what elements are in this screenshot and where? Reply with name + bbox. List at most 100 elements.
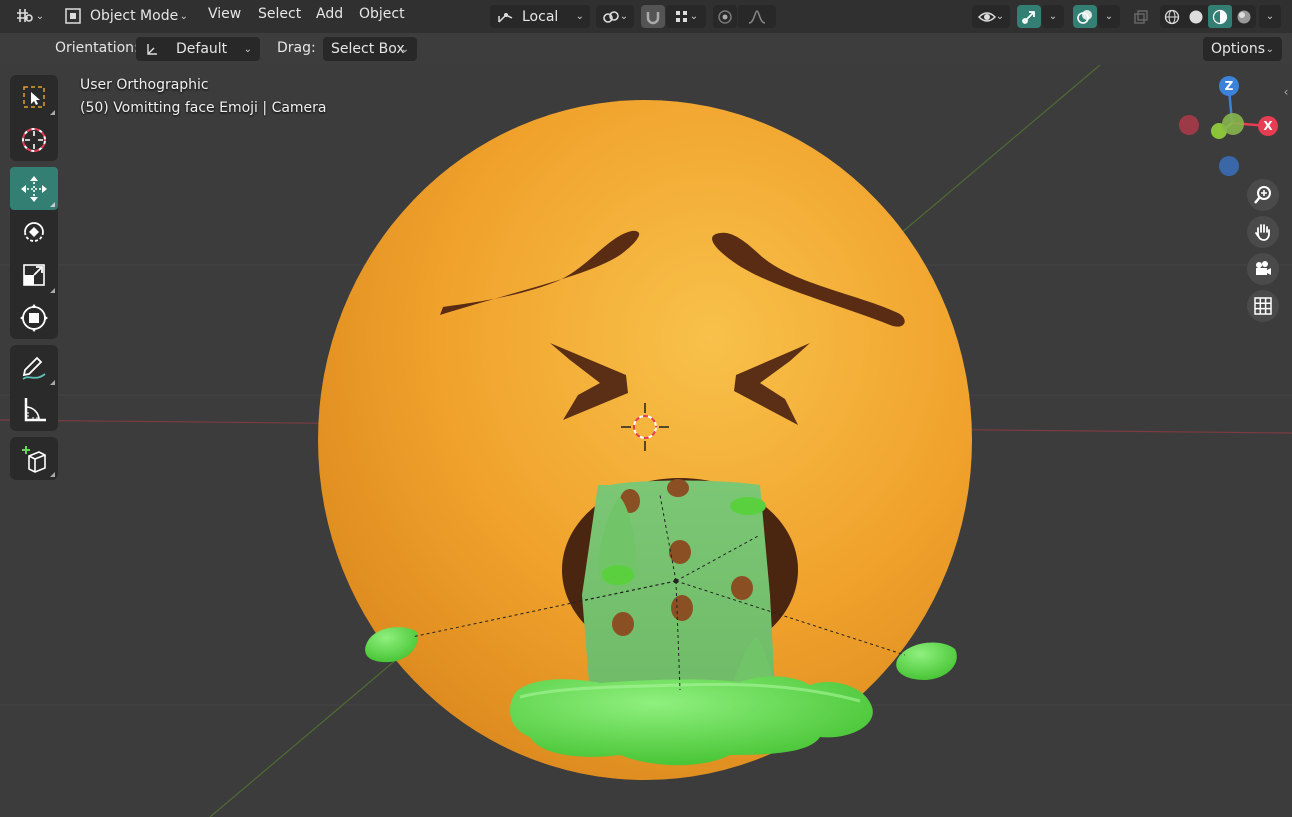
material-preview-shading-icon[interactable] <box>1208 5 1232 28</box>
eye-icon <box>977 11 996 22</box>
wireframe-shading-icon[interactable] <box>1160 9 1184 25</box>
falloff-curve-icon <box>748 9 766 24</box>
orientation-value: Default <box>176 41 228 57</box>
gizmo-toggle[interactable] <box>1017 5 1041 28</box>
mode-selector[interactable]: Object Mode ⌄ <box>58 4 194 28</box>
measure-tool[interactable] <box>10 388 58 431</box>
chevron-down-icon: ⌄ <box>1265 43 1274 55</box>
viewport-scene <box>0 65 1292 817</box>
toolbar-transform-group <box>10 167 58 339</box>
mode-label: Object Mode <box>90 8 179 24</box>
menu-add[interactable]: Add <box>316 6 343 22</box>
navigation-gizmo[interactable]: Z X <box>1170 70 1290 190</box>
move-tool[interactable] <box>10 167 58 210</box>
menu-select[interactable]: Select <box>258 6 301 22</box>
sidebar-toggle[interactable]: ‹ <box>1280 82 1292 102</box>
overlays-toggle[interactable] <box>1073 5 1097 28</box>
chevron-down-icon: ⌄ <box>35 10 45 22</box>
measure-icon <box>24 397 46 421</box>
overlays-icon <box>1077 9 1092 24</box>
chevron-down-icon: ⌄ <box>995 11 1005 22</box>
drag-label: Drag: <box>277 40 316 56</box>
drag-value: Select Box <box>331 41 405 57</box>
3d-viewport[interactable]: User Orthographic (50) Vomitting face Em… <box>0 65 1292 817</box>
xray-toggle[interactable] <box>1129 5 1153 28</box>
move-icon <box>21 175 47 202</box>
add-cube-tool[interactable] <box>10 437 58 480</box>
add-cube-icon <box>22 445 46 473</box>
pivot-point-dropdown[interactable]: ⌄ <box>596 5 634 28</box>
object-visibility-dropdown[interactable]: ⌄ <box>972 5 1010 28</box>
transform-orientation-label: Local <box>522 8 559 25</box>
rotate-icon <box>24 221 44 242</box>
falloff-dropdown[interactable] <box>738 5 776 28</box>
editor-type-button[interactable]: ⌄ <box>8 4 50 28</box>
chevron-down-icon: ⌄ <box>619 11 629 22</box>
annotate-icon <box>22 356 46 380</box>
proportional-editing-icon <box>718 9 732 24</box>
toolbar-select-group <box>10 75 58 161</box>
gizmo-dropdown[interactable]: ⌄ <box>1042 5 1064 28</box>
chevron-down-icon: ⌄ <box>1104 11 1114 22</box>
scale-icon <box>23 263 45 286</box>
gizmo-neg-x-ball[interactable] <box>1179 115 1199 135</box>
gizmo-icon <box>1022 10 1035 24</box>
chevron-down-icon: ⌄ <box>689 11 699 22</box>
shading-dropdown[interactable]: ⌄ <box>1259 5 1281 28</box>
tool-settings-bar: Orientation: Default ⌄ Drag: Select Box … <box>0 33 1292 65</box>
chevron-down-icon: ⌄ <box>179 10 188 22</box>
local-orientation-icon <box>498 12 513 23</box>
cursor-icon <box>22 127 46 152</box>
snap-toggle[interactable] <box>641 5 665 28</box>
perspective-toggle-button[interactable] <box>1247 290 1279 322</box>
camera-icon <box>1256 261 1271 275</box>
object-info: (50) Vomitting face Emoji | Camera <box>80 100 327 116</box>
orientation-label: Orientation: <box>55 40 139 56</box>
view-name: User Orthographic <box>80 77 209 93</box>
hand-icon <box>1255 224 1270 241</box>
grid-icon <box>1254 297 1272 315</box>
select-box-tool[interactable] <box>10 75 58 118</box>
transform-tool[interactable] <box>10 296 58 339</box>
orientation-dropdown[interactable]: Default ⌄ <box>136 37 260 61</box>
rendered-shading-icon[interactable] <box>1232 9 1256 25</box>
options-label: Options <box>1211 41 1266 57</box>
snap-target-dropdown[interactable]: ⌄ <box>666 5 706 28</box>
zoom-icon <box>1254 186 1271 204</box>
select-box-icon <box>23 85 45 108</box>
toolbar-add-group <box>10 437 58 480</box>
chevron-down-icon: ⌄ <box>243 43 252 55</box>
xray-icon <box>1134 9 1148 24</box>
overlays-dropdown[interactable]: ⌄ <box>1098 5 1120 28</box>
rotate-tool[interactable] <box>10 210 58 253</box>
chevron-down-icon: ⌄ <box>1048 11 1058 22</box>
zoom-button[interactable] <box>1247 179 1279 211</box>
chevron-down-icon: ⌄ <box>400 43 409 55</box>
editor-type-icon <box>16 9 33 22</box>
proportional-editing-toggle[interactable] <box>713 5 737 28</box>
gizmo-center-ball[interactable] <box>1222 113 1244 135</box>
chevron-down-icon: ⌄ <box>575 11 584 22</box>
annotate-tool[interactable] <box>10 345 58 388</box>
pan-button[interactable] <box>1247 216 1279 248</box>
drag-dropdown[interactable]: Select Box ⌄ <box>323 37 417 61</box>
snap-grid-icon <box>675 10 687 22</box>
solid-shading-icon[interactable] <box>1184 9 1208 25</box>
options-dropdown[interactable]: Options ⌄ <box>1203 37 1282 61</box>
gizmo-x-ball[interactable]: X <box>1258 116 1278 136</box>
camera-view-button[interactable] <box>1247 253 1279 285</box>
magnet-icon <box>646 11 660 24</box>
cursor-tool[interactable] <box>10 118 58 161</box>
chevron-down-icon: ⌄ <box>1265 11 1275 22</box>
transform-icon <box>20 303 48 332</box>
transform-orientation-dropdown[interactable]: Local ⌄ <box>490 5 590 28</box>
gizmo-z-ball[interactable]: Z <box>1219 76 1239 96</box>
gizmo-neg-z-ball[interactable] <box>1219 156 1239 176</box>
menu-view[interactable]: View <box>208 6 241 22</box>
scale-tool[interactable] <box>10 253 58 296</box>
shading-modes <box>1160 5 1256 28</box>
link-icon <box>602 10 619 23</box>
menu-object[interactable]: Object <box>359 6 405 22</box>
orientation-icon <box>147 44 157 55</box>
object-mode-icon <box>65 8 81 24</box>
